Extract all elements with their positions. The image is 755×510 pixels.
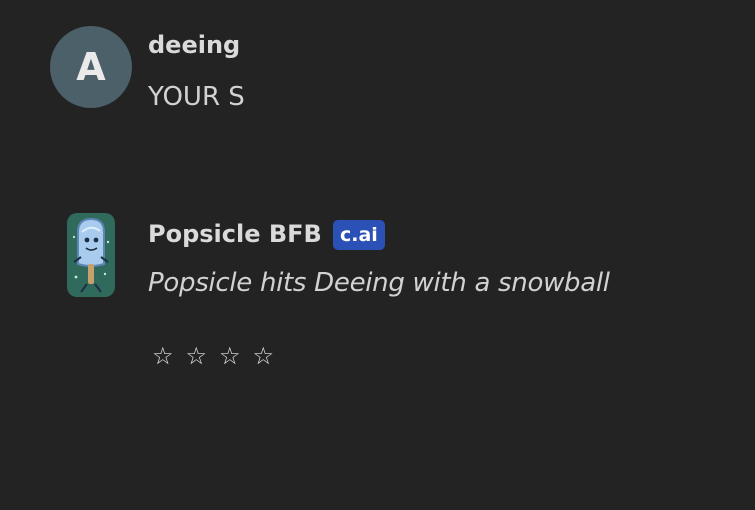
user-avatar[interactable]: A xyxy=(50,26,132,108)
user-avatar-letter: A xyxy=(76,45,106,89)
character-ai-badge: c.ai xyxy=(333,220,385,250)
star-icon-3[interactable]: ☆ xyxy=(219,344,241,368)
star-icon-4[interactable]: ☆ xyxy=(253,344,275,368)
user-author-name: deeing xyxy=(148,31,241,59)
user-message-text: YOUR S xyxy=(148,82,245,112)
bot-message-text: Popsicle hits Deeing with a snowball xyxy=(148,268,610,298)
message-rating: ☆ ☆ ☆ ☆ xyxy=(152,344,274,368)
star-icon-1[interactable]: ☆ xyxy=(152,344,174,368)
bot-author-name: Popsicle BFB xyxy=(148,220,322,248)
popsicle-avatar-icon[interactable] xyxy=(66,212,116,298)
star-icon-2[interactable]: ☆ xyxy=(186,344,208,368)
chat-thread: A deeing YOUR S Popsicle BFB c.ai Popsic… xyxy=(0,0,755,510)
